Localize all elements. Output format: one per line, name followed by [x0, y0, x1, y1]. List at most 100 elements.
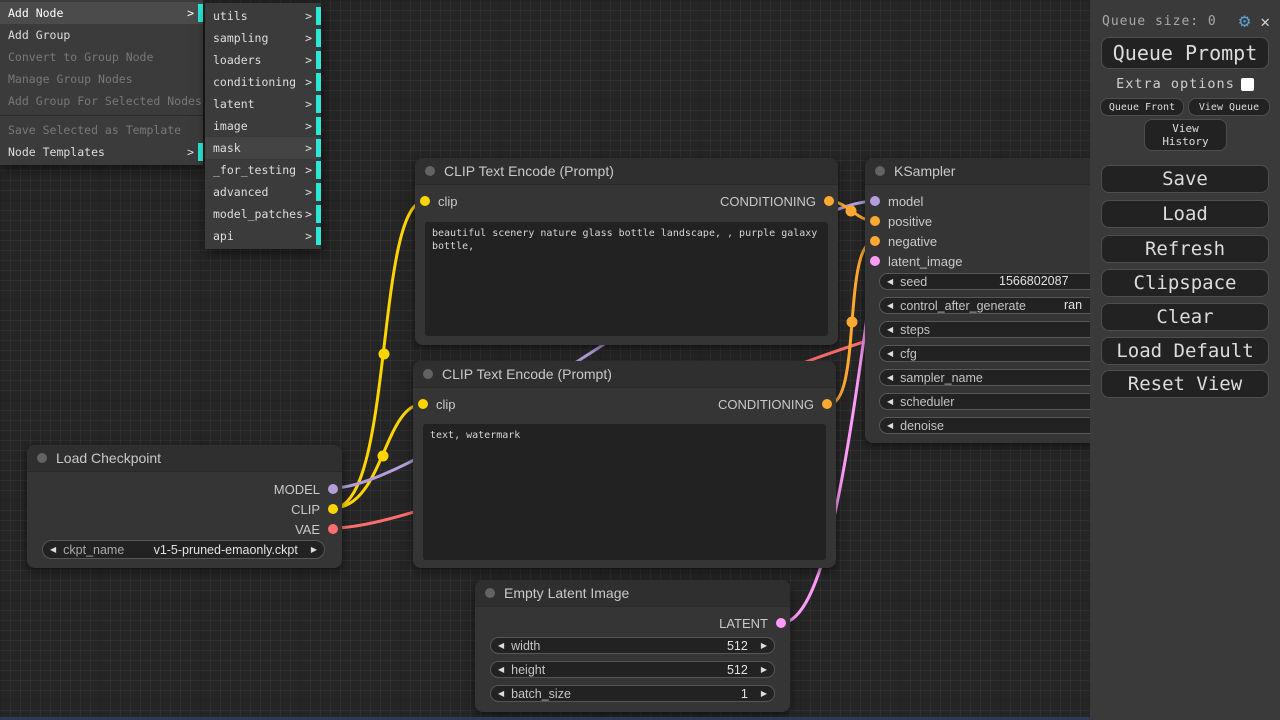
link-dot	[379, 349, 390, 360]
collapse-dot-icon[interactable]	[37, 453, 47, 463]
seed-widget[interactable]: ◀ seed 1566802087	[879, 273, 1126, 290]
input-slot-negative[interactable]: negative	[870, 233, 937, 249]
submenu-item-advanced[interactable]: advanced >	[205, 181, 321, 203]
decrement-arrow-icon[interactable]: ◀	[491, 641, 511, 650]
decrement-arrow-icon[interactable]: ◀	[880, 397, 900, 406]
output-slot-vae[interactable]: VAE	[295, 521, 338, 537]
decrement-arrow-icon[interactable]: ◀	[880, 277, 900, 286]
submenu-item-conditioning[interactable]: conditioning >	[205, 71, 321, 93]
node-title-bar[interactable]: CLIP Text Encode (Prompt)	[415, 158, 838, 185]
decrement-arrow-icon[interactable]: ◀	[880, 373, 900, 382]
settings-gear-icon[interactable]: ⚙	[1239, 11, 1250, 31]
slot-label: MODEL	[274, 482, 320, 497]
reset-view-button[interactable]: Reset View	[1101, 370, 1269, 398]
decrement-arrow-icon[interactable]: ◀	[880, 421, 900, 430]
refresh-button[interactable]: Refresh	[1101, 235, 1269, 263]
model-slot-dot[interactable]	[328, 484, 338, 494]
output-slot-latent[interactable]: LATENT	[719, 615, 786, 631]
ckpt-name-widget[interactable]: ◀ ckpt_name v1-5-pruned-emaonly.ckpt ▶	[42, 540, 325, 559]
load-button[interactable]: Load	[1101, 200, 1269, 228]
extra-options-checkbox[interactable]	[1241, 78, 1254, 91]
output-slot-conditioning[interactable]: CONDITIONING	[718, 396, 832, 412]
submenu-item-loaders[interactable]: loaders >	[205, 49, 321, 71]
node-title-bar[interactable]: CLIP Text Encode (Prompt)	[413, 361, 836, 388]
widget-value: v1-5-pruned-emaonly.ckpt	[154, 543, 298, 557]
sampler-name-widget[interactable]: ◀ sampler_name	[879, 369, 1126, 386]
collapse-dot-icon[interactable]	[423, 369, 433, 379]
latent-slot-dot[interactable]	[776, 618, 786, 628]
submenu-item-for-testing[interactable]: _for_testing >	[205, 159, 321, 181]
control-after-generate-widget[interactable]: ◀ control_after_generate ran	[879, 297, 1126, 314]
submenu-item-api[interactable]: api >	[205, 225, 321, 247]
clipspace-button[interactable]: Clipspace	[1101, 269, 1269, 297]
queue-prompt-button[interactable]: Queue Prompt	[1101, 37, 1269, 69]
submenu-item-sampling[interactable]: sampling >	[205, 27, 321, 49]
node-title-bar[interactable]: Load Checkpoint	[27, 445, 342, 472]
clear-button[interactable]: Clear	[1101, 303, 1269, 331]
model-slot-dot[interactable]	[870, 196, 880, 206]
batch-size-widget[interactable]: ◀ batch_size 1 ▶	[490, 685, 775, 702]
increment-arrow-icon[interactable]: ▶	[754, 689, 774, 698]
input-slot-latent-image[interactable]: latent_image	[870, 253, 962, 269]
next-arrow-icon[interactable]: ▶	[304, 545, 324, 554]
increment-arrow-icon[interactable]: ▶	[754, 641, 774, 650]
load-default-button[interactable]: Load Default	[1101, 337, 1269, 365]
decrement-arrow-icon[interactable]: ◀	[880, 301, 900, 310]
submenu-item-utils[interactable]: utils >	[205, 5, 321, 27]
height-widget[interactable]: ◀ height 512 ▶	[490, 661, 775, 678]
queue-front-button[interactable]: Queue Front	[1100, 98, 1184, 116]
output-slot-conditioning[interactable]: CONDITIONING	[720, 193, 834, 209]
denoise-widget[interactable]: ◀ denoise	[879, 417, 1126, 434]
view-history-button[interactable]: View History	[1144, 119, 1227, 151]
decrement-arrow-icon[interactable]: ◀	[880, 325, 900, 334]
save-button[interactable]: Save	[1101, 165, 1269, 193]
menu-item-add-node[interactable]: Add Node >	[0, 2, 203, 24]
increment-arrow-icon[interactable]: ▶	[754, 665, 774, 674]
input-slot-clip[interactable]: clip	[418, 396, 456, 412]
submenu-arrow-icon: >	[305, 115, 312, 137]
clip-slot-dot[interactable]	[328, 504, 338, 514]
decrement-arrow-icon[interactable]: ◀	[880, 349, 900, 358]
clip-slot-dot[interactable]	[420, 196, 430, 206]
submenu-item-mask[interactable]: mask >	[205, 137, 321, 159]
width-widget[interactable]: ◀ width 512 ▶	[490, 637, 775, 654]
graph-canvas[interactable]: CLIP Text Encode (Prompt) clip CONDITION…	[0, 0, 1280, 720]
conditioning-slot-dot[interactable]	[822, 399, 832, 409]
output-slot-model[interactable]: MODEL	[274, 481, 338, 497]
collapse-dot-icon[interactable]	[485, 588, 495, 598]
input-slot-positive[interactable]: positive	[870, 213, 932, 229]
clip-slot-dot[interactable]	[418, 399, 428, 409]
menu-item-node-templates[interactable]: Node Templates >	[0, 141, 203, 163]
previous-arrow-icon[interactable]: ◀	[43, 545, 63, 554]
conditioning-slot-dot[interactable]	[824, 196, 834, 206]
menu-item-add-group[interactable]: Add Group	[0, 24, 203, 46]
collapse-dot-icon[interactable]	[425, 166, 435, 176]
output-slot-clip[interactable]: CLIP	[291, 501, 338, 517]
submenu-item-latent[interactable]: latent >	[205, 93, 321, 115]
widget-value: 1566802087	[999, 274, 1069, 289]
latent-slot-dot[interactable]	[870, 256, 880, 266]
decrement-arrow-icon[interactable]: ◀	[491, 665, 511, 674]
submenu-arrow-icon: >	[305, 225, 312, 247]
collapse-dot-icon[interactable]	[875, 166, 885, 176]
view-queue-button[interactable]: View Queue	[1188, 98, 1270, 116]
cfg-widget[interactable]: ◀ cfg	[879, 345, 1126, 362]
submenu-item-model-patches[interactable]: model_patches >	[205, 203, 321, 225]
close-icon[interactable]: ✕	[1260, 12, 1270, 31]
submenu-item-image[interactable]: image >	[205, 115, 321, 137]
slot-label: clip	[438, 194, 458, 209]
input-slot-clip[interactable]: clip	[420, 193, 458, 209]
negative-prompt-textarea[interactable]: text, watermark	[423, 424, 826, 560]
steps-widget[interactable]: ◀ steps	[879, 321, 1126, 338]
positive-prompt-textarea[interactable]: beautiful scenery nature glass bottle la…	[425, 222, 828, 336]
vae-slot-dot[interactable]	[328, 524, 338, 534]
node-clip-text-encode-1: CLIP Text Encode (Prompt) clip CONDITION…	[415, 158, 838, 345]
node-title-bar[interactable]: Empty Latent Image	[475, 580, 790, 607]
decrement-arrow-icon[interactable]: ◀	[491, 689, 511, 698]
conditioning-slot-dot[interactable]	[870, 236, 880, 246]
input-slot-model[interactable]: model	[870, 193, 923, 209]
scheduler-widget[interactable]: ◀ scheduler	[879, 393, 1126, 410]
add-node-submenu: utils > sampling > loaders > conditionin…	[205, 3, 321, 249]
submenu-arrow-icon: >	[305, 181, 312, 203]
conditioning-slot-dot[interactable]	[870, 216, 880, 226]
